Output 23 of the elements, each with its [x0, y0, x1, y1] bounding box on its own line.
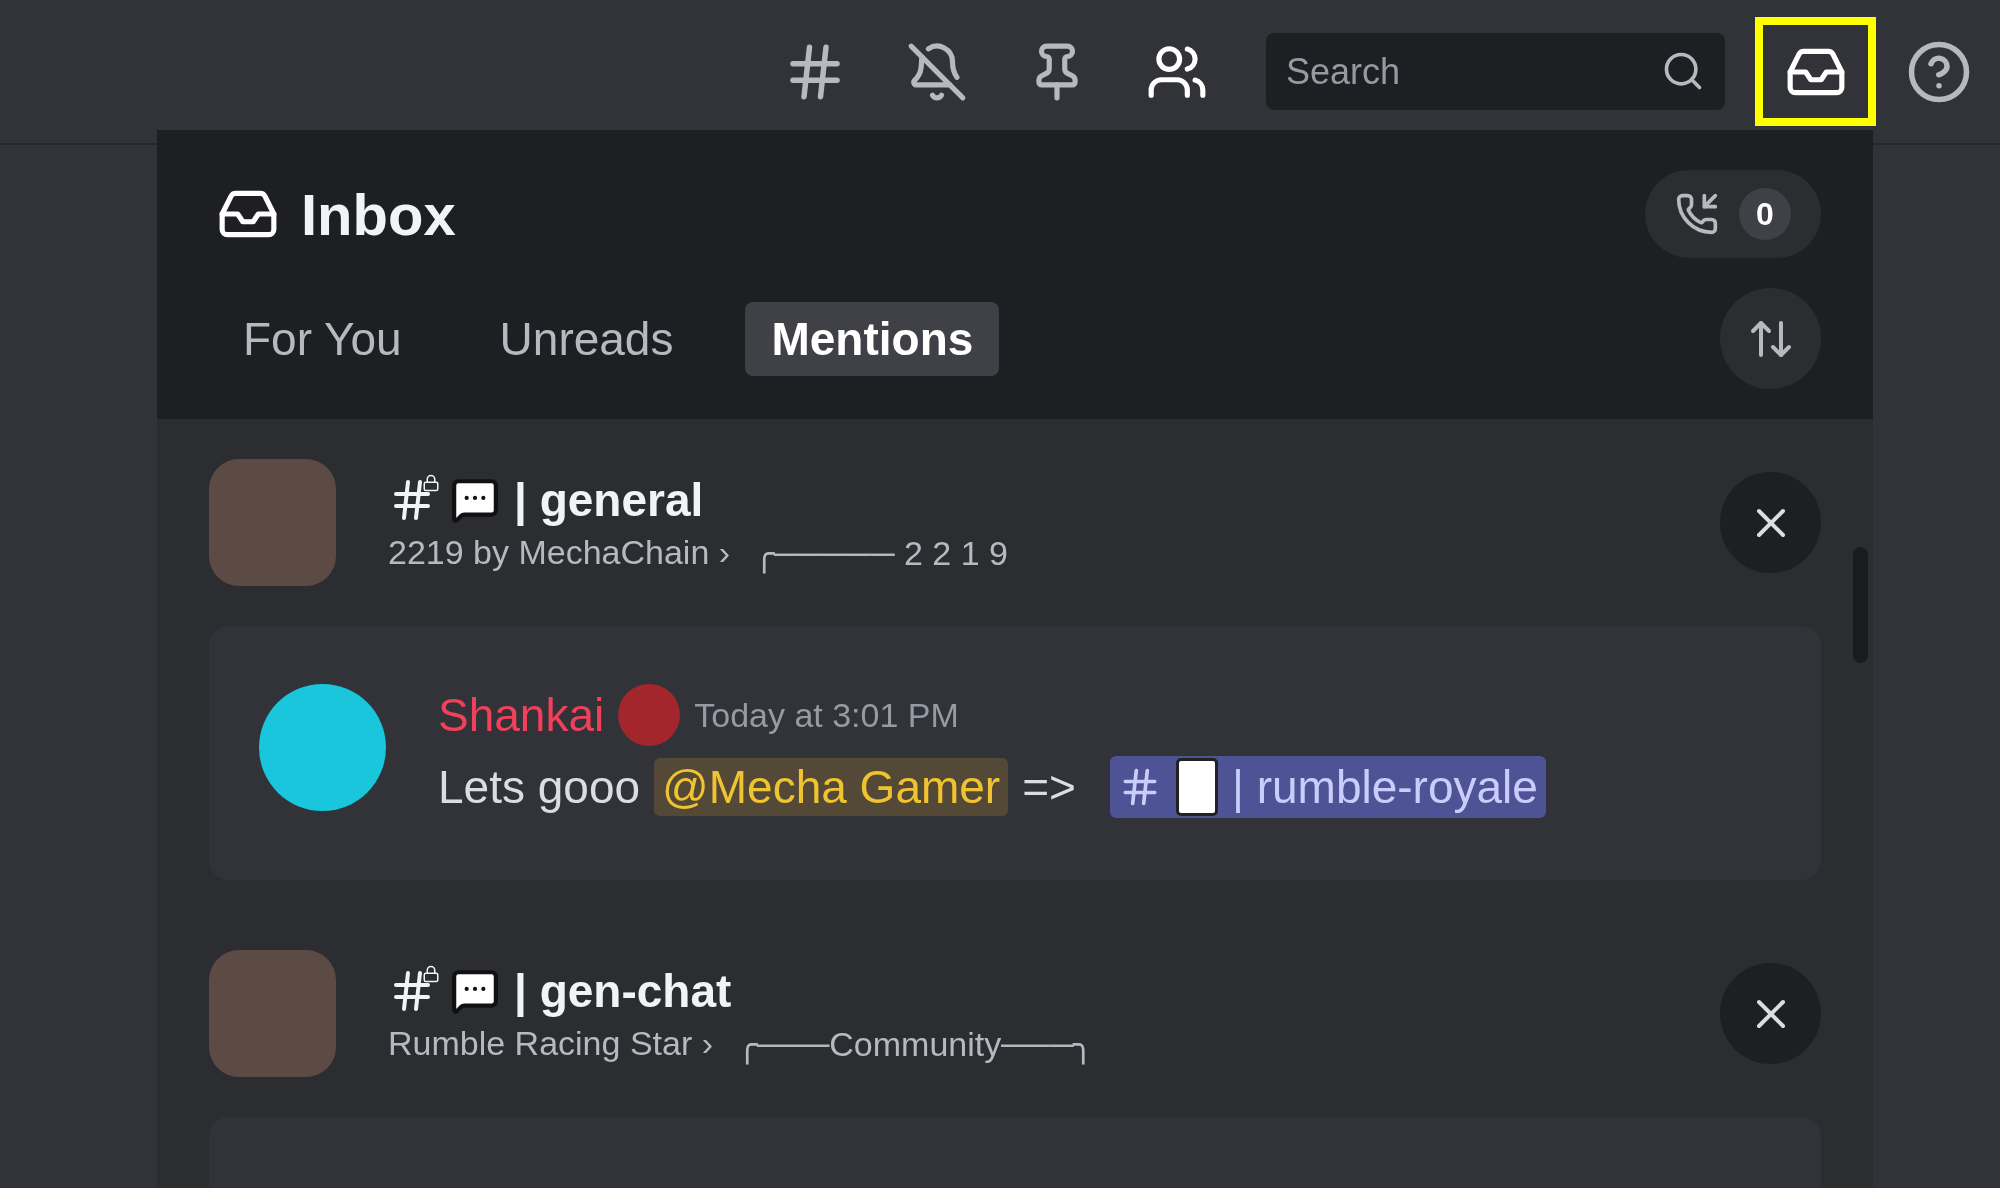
- inbox-tab[interactable]: Mentions: [745, 301, 1000, 376]
- call-count: 0: [1739, 188, 1791, 240]
- inbox-button[interactable]: [1755, 17, 1876, 126]
- channel-link[interactable]: | rumble-royale: [1109, 756, 1546, 818]
- message-text: =>: [1022, 760, 1076, 814]
- channel-link-text: | rumble-royale: [1231, 760, 1538, 814]
- category-name: ╭───── 2 2 1 9: [754, 532, 1008, 573]
- category-name: ╭───Community───╮: [737, 1023, 1094, 1064]
- phone-icon: [1675, 192, 1719, 236]
- inbox-title: Inbox: [301, 180, 457, 248]
- channel-name[interactable]: | general: [514, 472, 704, 527]
- user-mention[interactable]: @Mecha Gamer: [654, 758, 1009, 816]
- calls-button[interactable]: 0: [1645, 170, 1821, 258]
- card-icon: [1175, 758, 1218, 816]
- server-name[interactable]: 2219 by MechaChain ›: [388, 532, 731, 573]
- inbox-tab[interactable]: For You: [217, 301, 428, 376]
- channel-name[interactable]: | gen-chat: [514, 963, 732, 1018]
- search-field[interactable]: Search: [1266, 33, 1725, 110]
- inbox-tab[interactable]: Unreads: [473, 301, 700, 376]
- message-time: Today at 3:01 PM: [694, 695, 959, 735]
- message-text: Lets gooo: [438, 760, 641, 814]
- muted-bell-icon[interactable]: [906, 40, 968, 103]
- server-name[interactable]: Rumble Racing Star ›: [388, 1023, 713, 1064]
